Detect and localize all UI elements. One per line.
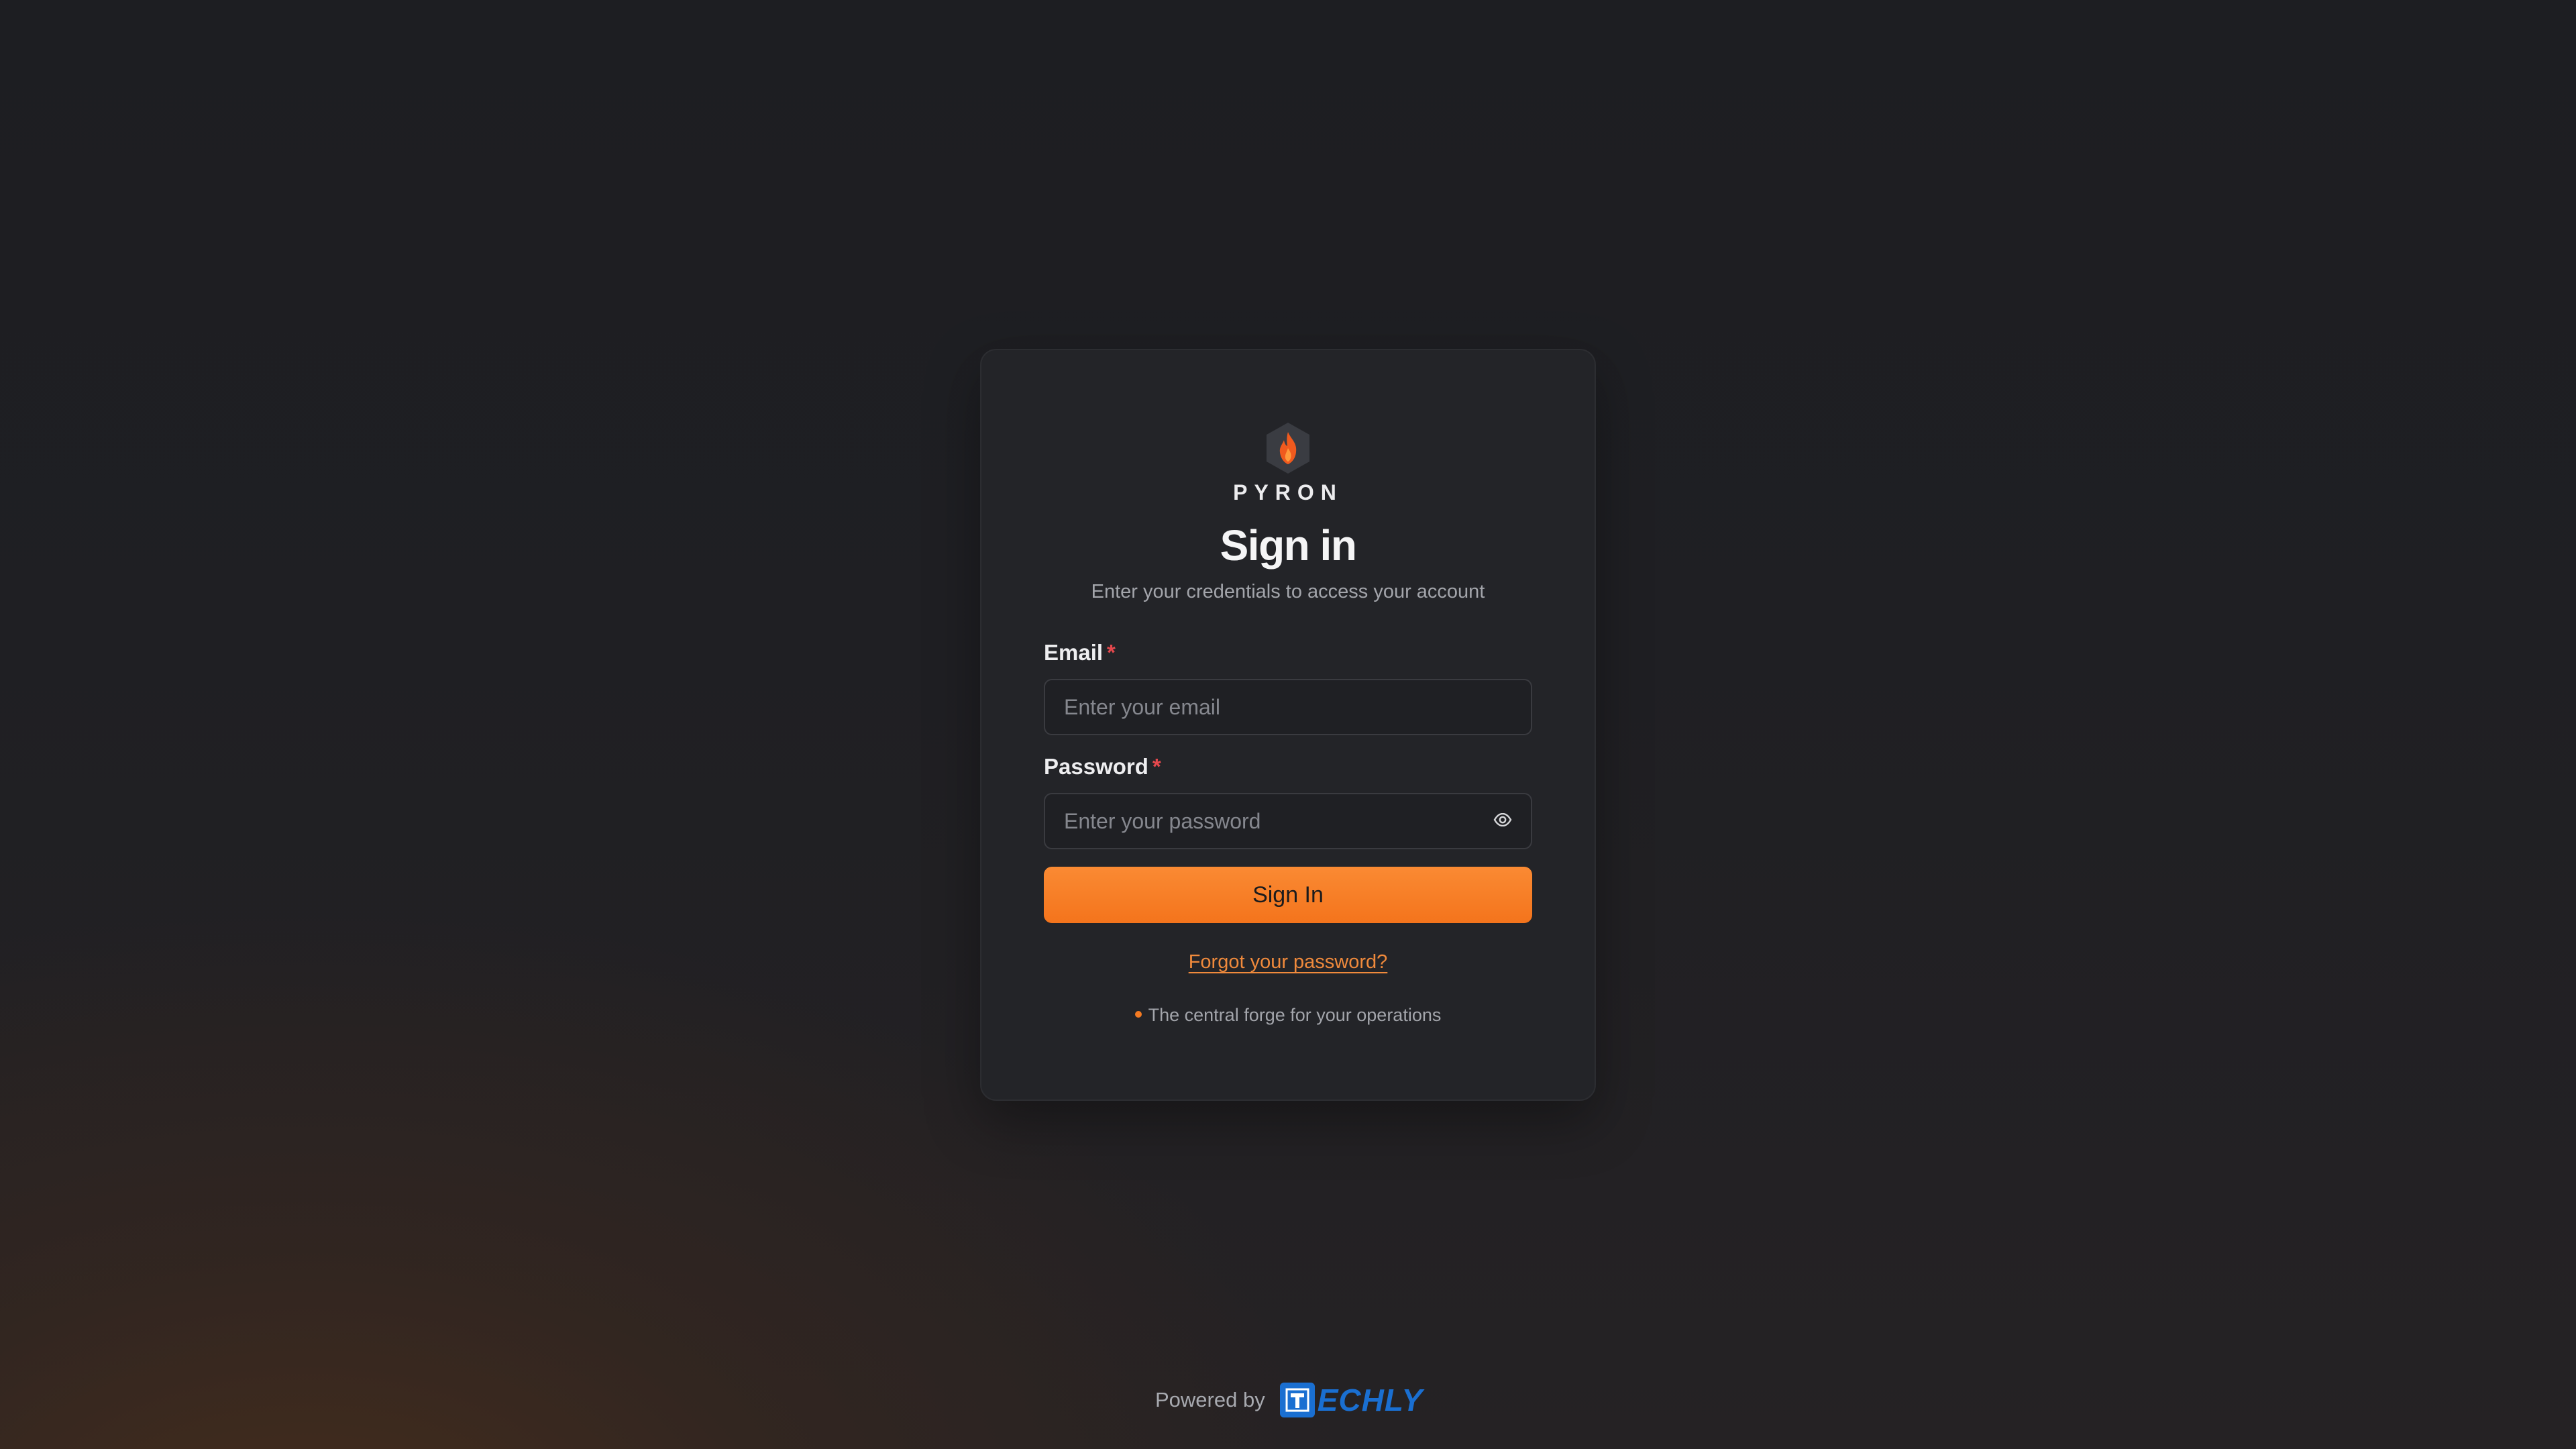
password-input[interactable]: [1044, 793, 1532, 849]
email-label: Email *: [1044, 640, 1116, 665]
forgot-password-link[interactable]: Forgot your password?: [1189, 951, 1388, 973]
eye-icon[interactable]: [1491, 810, 1515, 829]
tagline-text: The central forge for your operations: [1148, 1005, 1442, 1025]
email-label-text: Email: [1044, 640, 1104, 665]
password-label-text: Password: [1044, 754, 1148, 779]
techly-logo-word: ECHLY: [1317, 1383, 1424, 1417]
brand-logo: [981, 421, 1595, 475]
required-mark: *: [1107, 640, 1116, 665]
email-input[interactable]: [1044, 679, 1532, 735]
sign-in-button[interactable]: Sign In: [1044, 867, 1532, 923]
page-title: Sign in: [1220, 521, 1357, 570]
accent-dot: [1134, 1010, 1142, 1018]
powered-by-text: Powered by: [1155, 1388, 1265, 1411]
techly-logo[interactable]: ECHLY: [1279, 1382, 1424, 1418]
techly-logo-mark: [1279, 1383, 1315, 1417]
page-subtitle: Enter your credentials to access your ac…: [1091, 581, 1485, 602]
tagline: The central forge for your operations: [0, 1005, 2576, 1026]
brand-name: PYRON: [1233, 480, 1343, 504]
password-label: Password *: [1044, 754, 1161, 780]
powered-by-footer: Powered by ECHLY: [1155, 1379, 1423, 1421]
flame-hexagon-icon: [1267, 423, 1309, 474]
required-mark: *: [1152, 754, 1161, 779]
forgot-password-row: Forgot your password?: [0, 951, 2576, 973]
